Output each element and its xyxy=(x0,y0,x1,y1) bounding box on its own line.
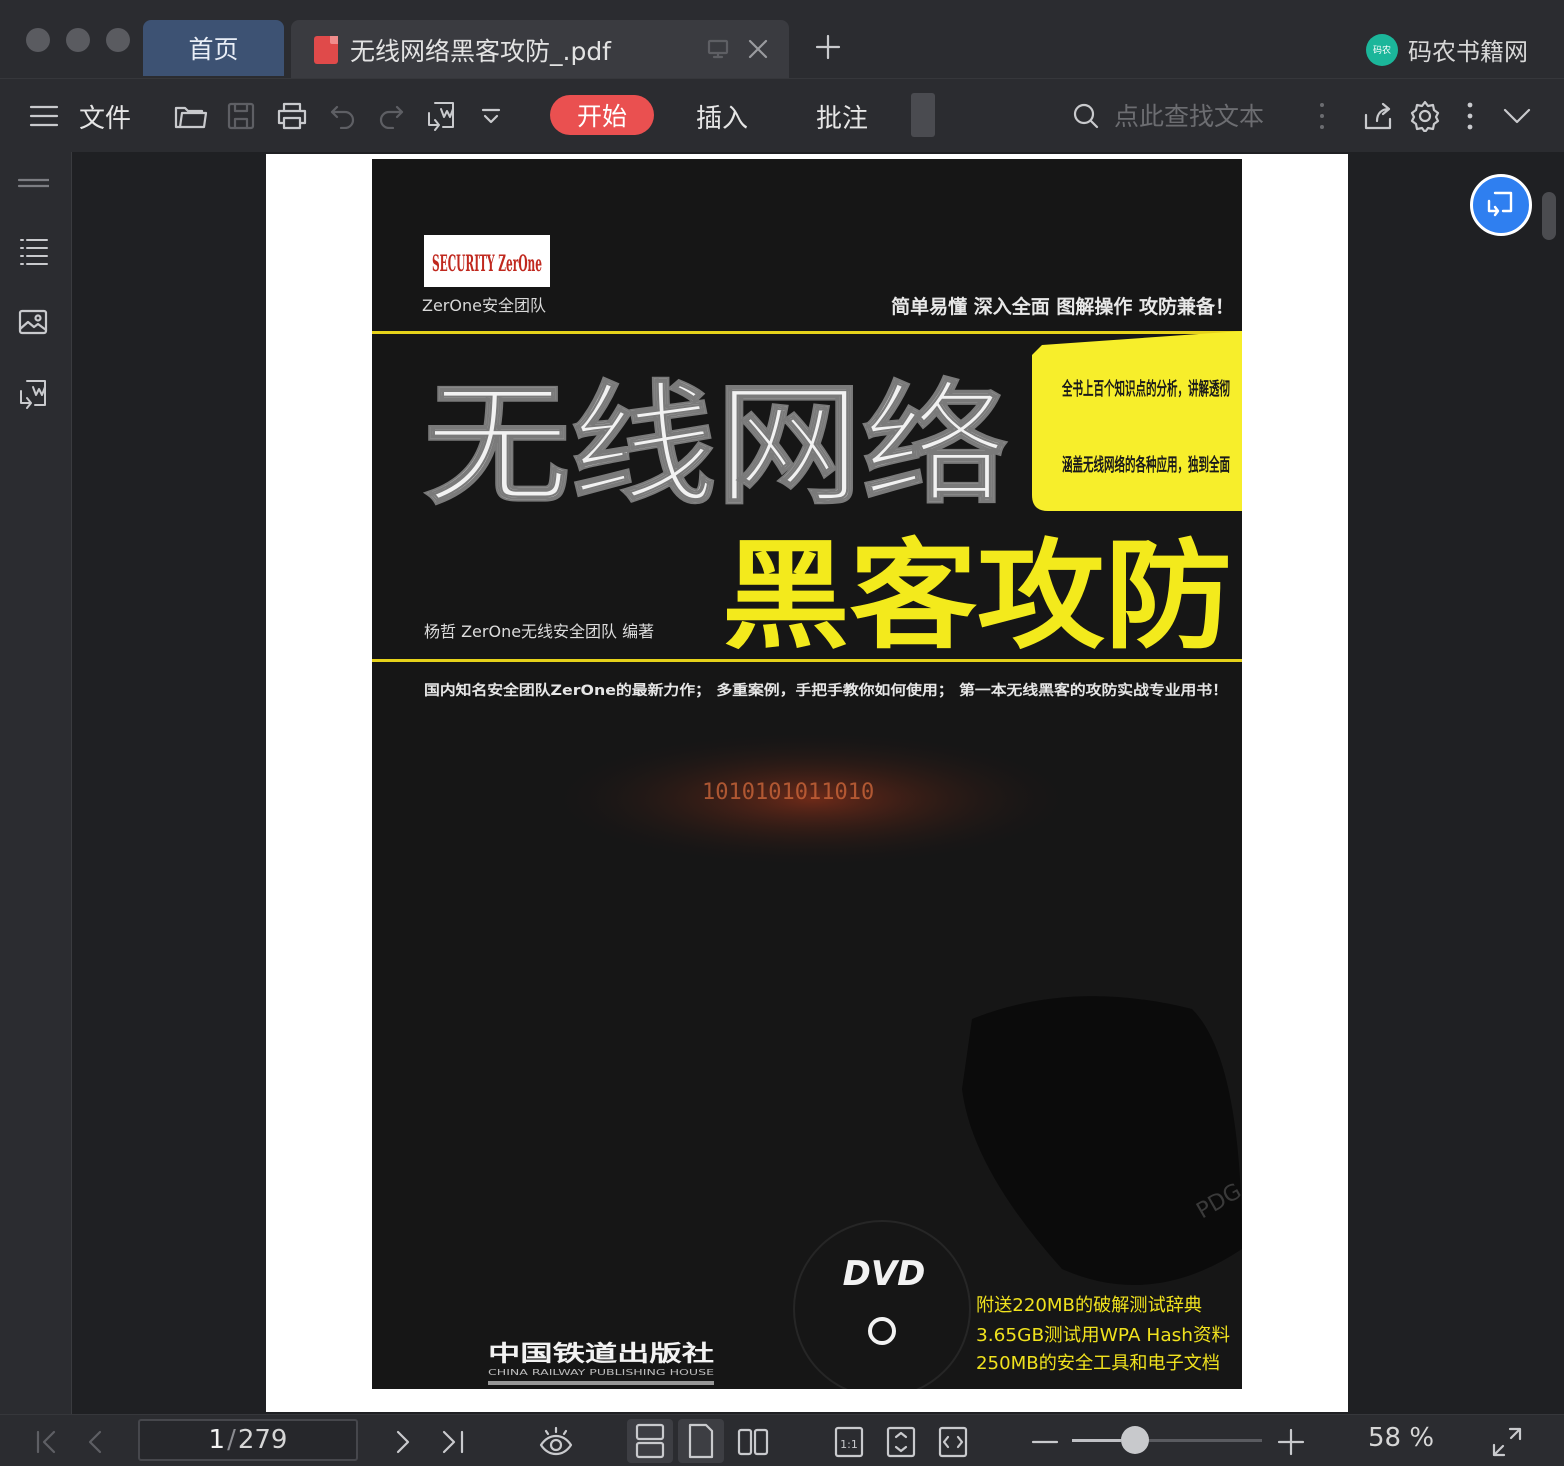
main-toolbar: 文件 开始 插入 批注 xyxy=(0,78,1564,152)
title-line-2: 黑客攻防 xyxy=(722,527,1232,665)
tagline: 国内知名安全团队ZerOne的最新力作； 多重案例，手把手教你如何使用； 第一本… xyxy=(424,682,1228,699)
tab-start-label: 开始 xyxy=(576,102,627,131)
feature-bullet-2: 涵盖无线网络的各种应用，独到全面 xyxy=(1062,454,1230,476)
cover-artwork: SECURITY ZerOne ZerOne安全团队 简单易懂 深入全面 图解操… xyxy=(372,159,1242,1389)
continuous-view-button[interactable] xyxy=(627,1419,673,1463)
more-options-icon[interactable] xyxy=(1460,79,1480,153)
team-name: ZerOne安全团队 xyxy=(422,296,546,315)
zoom-slider-fill xyxy=(1072,1439,1121,1442)
first-page-icon[interactable] xyxy=(30,1425,64,1459)
svg-text:1:1: 1:1 xyxy=(840,1438,858,1451)
brand-name: 码农书籍网 xyxy=(1408,38,1528,66)
slogan: 简单易懂 深入全面 图解操作 攻防兼备！ xyxy=(891,295,1234,318)
dropdown-chevron-icon[interactable] xyxy=(478,79,504,153)
search-input[interactable] xyxy=(1114,101,1314,131)
previous-page-icon[interactable] xyxy=(80,1425,114,1459)
tab-home[interactable]: 首页 xyxy=(143,20,284,76)
kebab-separator-icon xyxy=(1312,79,1332,153)
brand-logo-icon: 码农 xyxy=(1366,33,1398,66)
title-line-1: 无线网络 xyxy=(424,369,1008,523)
single-page-view-button[interactable] xyxy=(678,1419,724,1463)
tab-annotate-label: 批注 xyxy=(815,103,868,134)
page-number-field[interactable]: 1/279 xyxy=(138,1419,358,1461)
zoom-level[interactable]: 58 % xyxy=(1368,1423,1434,1453)
total-pages: 279 xyxy=(237,1425,288,1455)
pdf-reader-window: 首页 无线网络黑客攻防_.pdf 码农 码农书籍网 文件 开始 插入 批注 点此… xyxy=(0,0,1564,1466)
print-icon[interactable] xyxy=(275,79,309,153)
collapse-toolbar-icon[interactable] xyxy=(1500,79,1534,153)
extra-1: 附送220MB的破解测试辞典 xyxy=(976,1295,1202,1316)
close-window-button[interactable] xyxy=(26,28,50,52)
authors: 杨哲 ZerOne无线安全团队 编著 xyxy=(424,622,654,641)
tab-insert[interactable]: 插入 xyxy=(686,79,758,153)
document-viewer[interactable]: SECURITY ZerOne ZerOne安全团队 简单易懂 深入全面 图解操… xyxy=(72,152,1564,1414)
brand[interactable]: 码农 码农书籍网 xyxy=(1366,32,1528,67)
more-tabs-toggle[interactable] xyxy=(911,93,935,137)
fit-page-icon[interactable] xyxy=(884,1425,918,1459)
thumbnail-image-icon[interactable] xyxy=(17,306,49,338)
zoom-in-icon[interactable] xyxy=(1274,1425,1308,1459)
open-folder-icon[interactable] xyxy=(174,79,208,153)
presentation-icon[interactable] xyxy=(707,38,729,60)
document-page[interactable]: SECURITY ZerOne ZerOne安全团队 简单易懂 深入全面 图解操… xyxy=(266,154,1348,1412)
settings-gear-icon[interactable] xyxy=(1408,79,1442,153)
fit-width-icon[interactable] xyxy=(936,1425,970,1459)
binary-art: 1010101011010 xyxy=(702,780,874,805)
extra-2: 3.65GB测试用WPA Hash资料 xyxy=(976,1325,1230,1346)
tab-annotate[interactable]: 批注 xyxy=(806,79,878,153)
pdf-file-icon xyxy=(314,36,338,64)
search-icon xyxy=(1073,103,1099,129)
extra-3: 250MB的安全工具和电子文档 xyxy=(976,1353,1220,1374)
tab-home-label: 首页 xyxy=(188,35,239,64)
feature-bullet-1: 全书上百个知识点的分析，讲解透彻 xyxy=(1061,378,1230,400)
zoom-slider-handle[interactable] xyxy=(1121,1426,1149,1454)
convert-icon[interactable] xyxy=(424,79,458,153)
book-cover-image: SECURITY ZerOne ZerOne安全团队 简单易懂 深入全面 图解操… xyxy=(372,159,1242,1389)
vertical-scrollbar[interactable] xyxy=(1542,192,1556,240)
outline-icon[interactable] xyxy=(17,234,49,266)
tab-document[interactable]: 无线网络黑客攻防_.pdf xyxy=(291,20,789,78)
eye-protection-icon[interactable] xyxy=(538,1425,573,1459)
floating-convert-button[interactable] xyxy=(1470,174,1532,236)
minimize-window-button[interactable] xyxy=(66,28,90,52)
convert-sidebar-icon[interactable] xyxy=(17,378,49,410)
tab-start[interactable]: 开始 xyxy=(550,95,654,135)
save-icon[interactable] xyxy=(225,79,257,153)
left-sidebar xyxy=(0,152,72,1414)
close-tab-icon[interactable] xyxy=(747,38,769,60)
search-box[interactable] xyxy=(1072,97,1332,135)
publisher-english: CHINA RAILWAY PUBLISHING HOUSE xyxy=(488,1368,714,1377)
new-tab-button[interactable] xyxy=(814,33,842,61)
actual-size-icon[interactable]: 1:1 xyxy=(832,1425,866,1459)
status-bar: 1/279 1:1 58 % xyxy=(0,1414,1564,1466)
zoom-out-icon[interactable] xyxy=(1028,1425,1062,1459)
next-page-icon[interactable] xyxy=(386,1425,420,1459)
feature-panel xyxy=(1032,331,1242,511)
fullscreen-icon[interactable] xyxy=(1490,1425,1524,1459)
last-page-icon[interactable] xyxy=(436,1425,470,1459)
share-icon[interactable] xyxy=(1362,79,1394,153)
page-separator: / xyxy=(227,1425,236,1455)
current-page: 1 xyxy=(208,1425,226,1455)
sidebar-collapse-icon[interactable] xyxy=(17,168,49,200)
publisher-name: 中国铁道出版社 xyxy=(488,1341,714,1367)
zerone-logo-text: SECURITY ZerOne xyxy=(432,251,542,277)
tab-insert-label: 插入 xyxy=(695,103,748,134)
two-page-view-icon[interactable] xyxy=(736,1425,770,1459)
file-menu-label: 文件 xyxy=(78,103,131,134)
menu-icon[interactable] xyxy=(28,79,60,153)
file-menu[interactable]: 文件 xyxy=(76,79,134,153)
redo-icon[interactable] xyxy=(376,79,406,153)
dvd-logo: DVD xyxy=(843,1254,926,1294)
maximize-window-button[interactable] xyxy=(106,28,130,52)
undo-icon[interactable] xyxy=(328,79,358,153)
tab-document-label: 无线网络黑客攻防_.pdf xyxy=(350,37,611,66)
title-bar: 首页 无线网络黑客攻防_.pdf 码农 码农书籍网 xyxy=(0,0,1564,78)
